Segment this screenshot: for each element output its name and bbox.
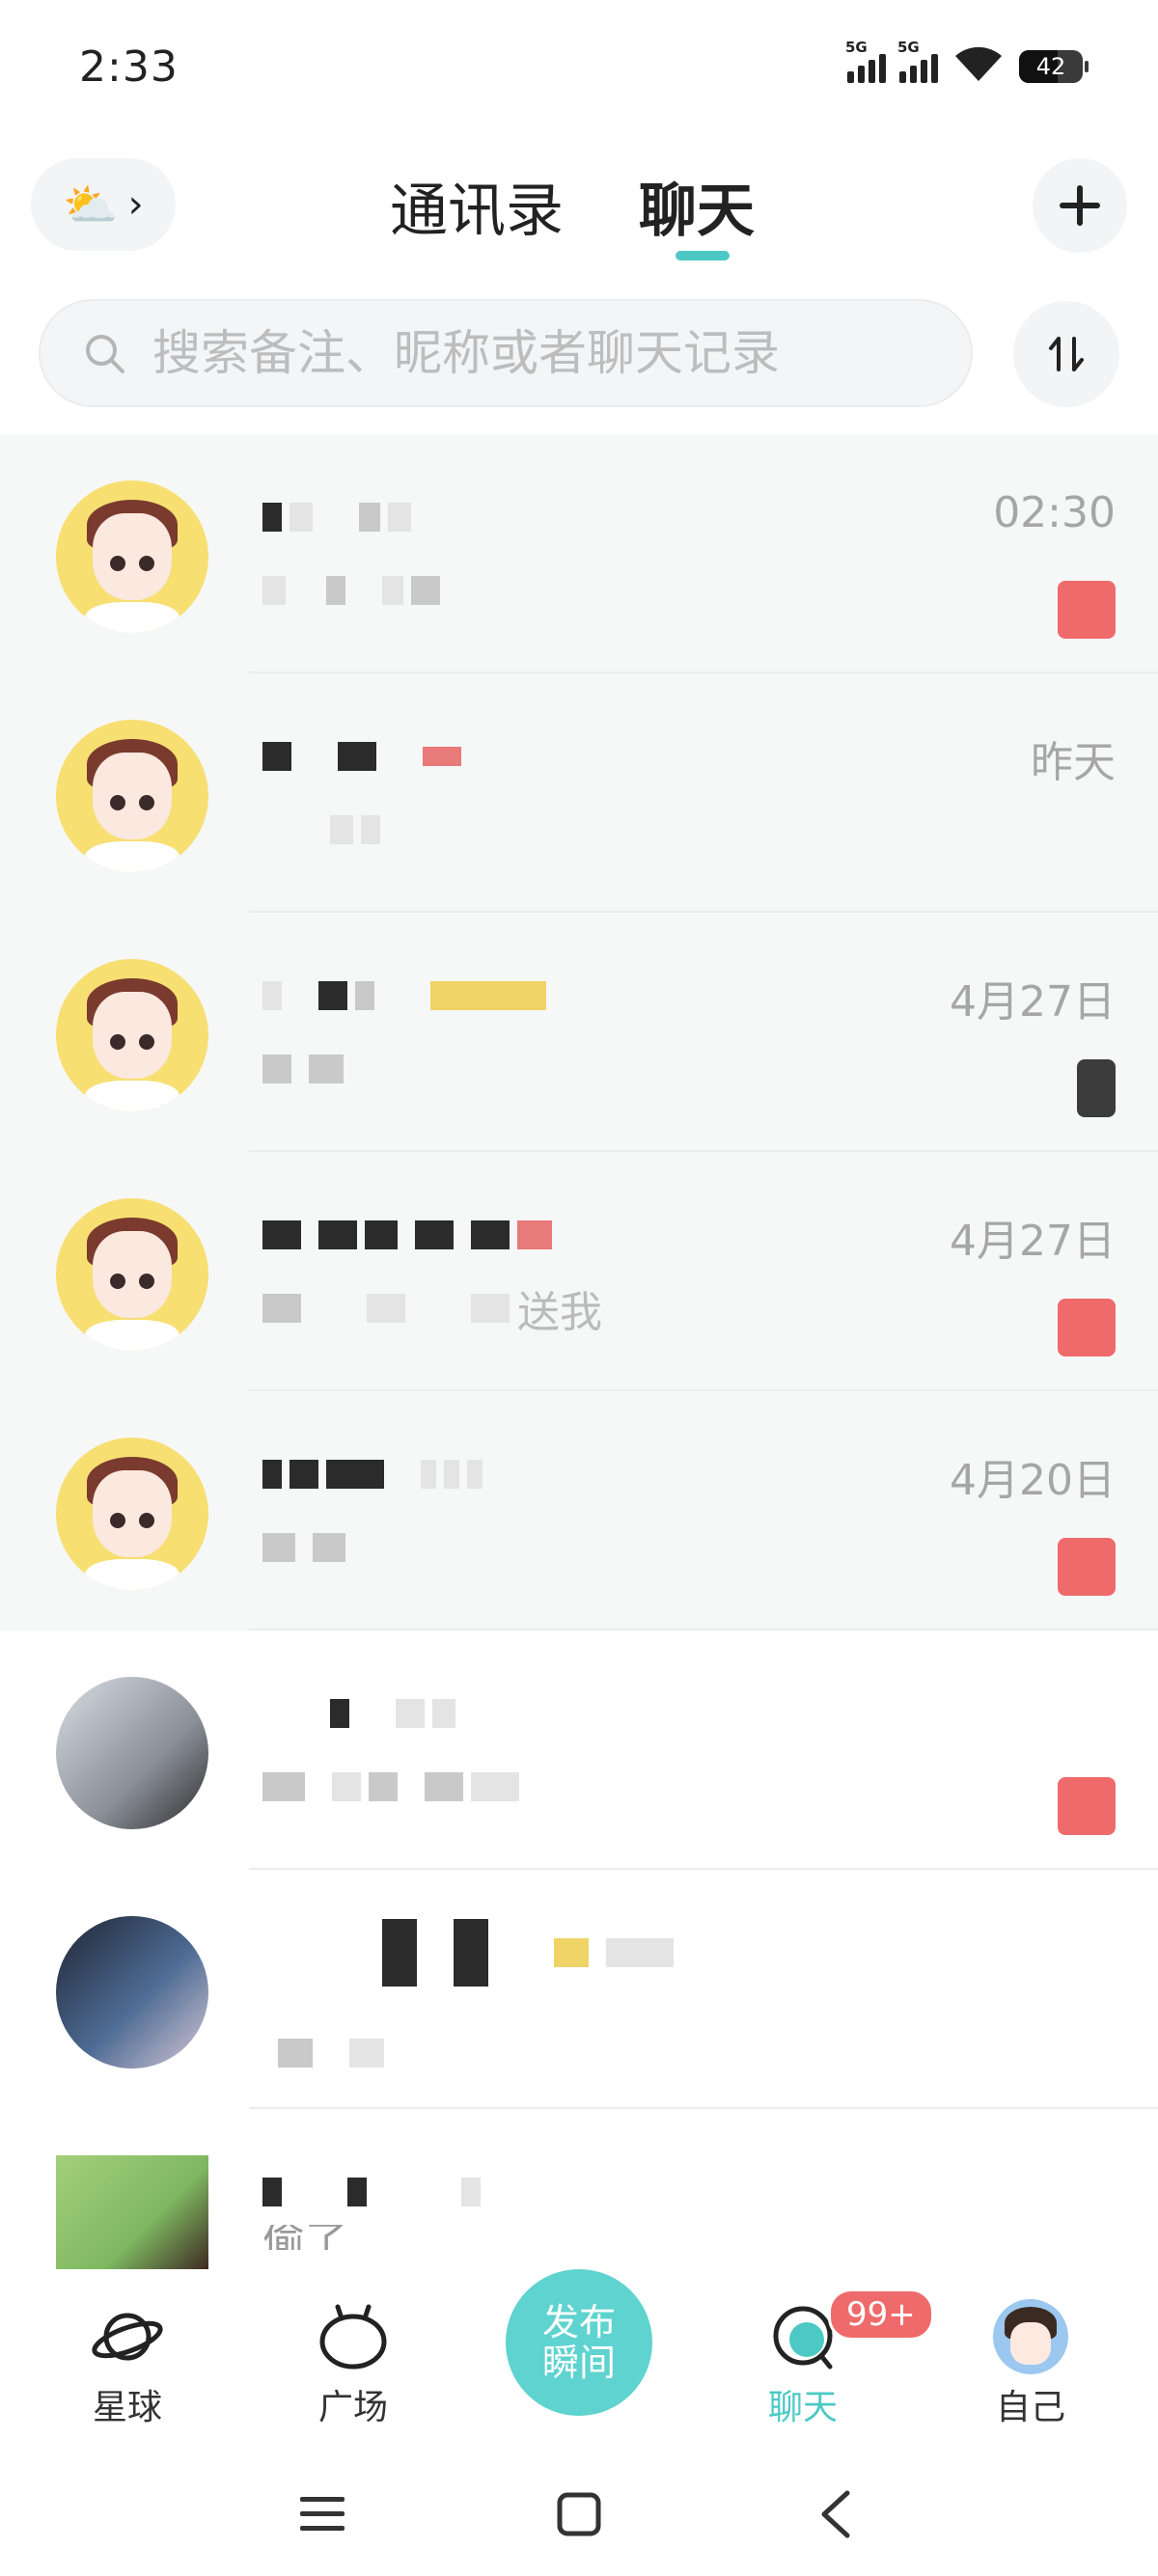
wifi-icon <box>955 46 1002 81</box>
signal-icon: 5G <box>897 39 938 83</box>
chat-time: 昨天 <box>1031 738 1116 787</box>
avatar <box>56 1677 208 1829</box>
chat-name-redacted <box>262 974 546 1017</box>
chat-preview-redacted <box>262 1048 344 1090</box>
search-input[interactable] <box>151 324 926 382</box>
search-icon <box>86 335 124 373</box>
chat-name-redacted <box>262 1453 482 1495</box>
chat-name-redacted <box>262 2171 481 2213</box>
avatar <box>56 720 208 872</box>
chat-name-redacted <box>262 1214 552 1256</box>
chat-preview-redacted <box>262 2032 384 2074</box>
sort-button[interactable] <box>1013 301 1119 407</box>
chat-unread-badge: 99+ <box>828 2288 934 2341</box>
chat-preview-redacted <box>262 1526 345 1569</box>
publish-button[interactable]: 发布瞬间 <box>506 2269 652 2416</box>
chat-row[interactable]: 偷了 <box>0 2109 1158 2269</box>
avatar <box>56 1198 208 1351</box>
avatar <box>56 959 208 1111</box>
sim1-label: 5G <box>845 39 868 56</box>
chat-preview-redacted: 送我 <box>262 1287 602 1337</box>
nav-square[interactable]: 广场 <box>286 2298 421 2429</box>
chat-row[interactable] <box>0 1870 1158 2109</box>
planet-icon <box>92 2313 163 2361</box>
chat-row[interactable]: 02:30 <box>0 434 1158 673</box>
chat-row[interactable]: 送我 4月27日 <box>0 1152 1158 1391</box>
nav-square-label: 广场 <box>317 2388 388 2427</box>
chat-preview-redacted <box>262 808 380 851</box>
chat-name-redacted <box>262 496 411 538</box>
signal-icon: 5G <box>845 39 886 83</box>
unread-badge <box>1077 1059 1116 1117</box>
weather-button[interactable]: ⛅ › <box>31 158 176 251</box>
back-button[interactable] <box>807 2485 865 2543</box>
chat-name-redacted <box>262 735 461 778</box>
unread-badge <box>1058 1299 1116 1357</box>
chat-time: 4月20日 <box>950 1456 1116 1505</box>
chat-preview-redacted <box>262 1766 519 1808</box>
system-nav-bar <box>0 2451 1158 2576</box>
nav-planet[interactable]: 星球 <box>60 2298 195 2429</box>
back-chevron-icon <box>821 2490 850 2538</box>
unread-badge <box>1058 581 1116 639</box>
sort-icon <box>1049 337 1084 371</box>
chat-row[interactable]: 4月27日 <box>0 913 1158 1152</box>
sim2-label: 5G <box>897 39 920 56</box>
my-avatar <box>993 2299 1068 2374</box>
chat-time: 4月27日 <box>950 977 1116 1027</box>
recent-apps-button[interactable] <box>293 2485 351 2543</box>
avatar <box>56 1438 208 1590</box>
chat-preview-fragment: 偷了 <box>262 2225 347 2250</box>
chat-name-redacted <box>262 1919 674 1987</box>
tab-contacts[interactable]: 通讯录 <box>390 164 564 248</box>
add-button[interactable] <box>1033 158 1127 253</box>
chat-time: 4月27日 <box>950 1217 1116 1266</box>
chat-row[interactable]: 4月20日 <box>0 1391 1158 1631</box>
nav-me[interactable]: 自己 <box>963 2298 1098 2429</box>
bottom-nav: 星球 广场 发布瞬间 聊天 自己 <box>0 2269 1158 2453</box>
weather-cloud-icon: ⛅ <box>63 178 119 231</box>
active-tab-indicator <box>676 251 730 260</box>
menu-icon <box>300 2497 345 2531</box>
chat-preview-fragment: 送我 <box>517 1288 602 1337</box>
chat-row[interactable] <box>0 1631 1158 1870</box>
avatar <box>56 2155 208 2269</box>
plus-icon <box>1060 185 1100 226</box>
chat-name-redacted <box>262 1692 455 1735</box>
chat-preview-redacted <box>262 569 440 612</box>
square-icon <box>319 2304 387 2370</box>
home-button[interactable] <box>550 2485 608 2543</box>
battery-icon: 42 <box>1019 50 1089 83</box>
nav-planet-label: 星球 <box>92 2388 162 2427</box>
status-icons: 5G 5G 42 <box>845 39 1089 83</box>
status-time: 2:33 <box>79 42 179 92</box>
publish-button-label: 发布瞬间 <box>541 2301 616 2384</box>
chat-preview-redacted: 偷了 <box>262 2225 347 2250</box>
tab-chat[interactable]: 聊天 <box>639 164 755 248</box>
unread-badge <box>1058 1538 1116 1596</box>
search-bar[interactable] <box>39 299 973 407</box>
nav-chat-label: 聊天 <box>767 2388 838 2427</box>
battery-level: 42 <box>1035 53 1066 80</box>
avatar <box>56 480 208 633</box>
chat-time: 02:30 <box>993 488 1116 537</box>
chat-row[interactable]: 昨天 <box>0 673 1158 913</box>
status-bar: 2:33 5G 5G 42 <box>0 0 1158 145</box>
unread-badge <box>1058 1777 1116 1835</box>
nav-me-label: 自己 <box>995 2388 1065 2427</box>
avatar <box>56 1916 208 2069</box>
chat-list: 02:30 昨天 4月27日 送我 4月27日 4月20日 偷了 <box>0 434 1158 2269</box>
chevron-right-icon: › <box>127 182 144 227</box>
home-square-icon <box>557 2492 601 2536</box>
